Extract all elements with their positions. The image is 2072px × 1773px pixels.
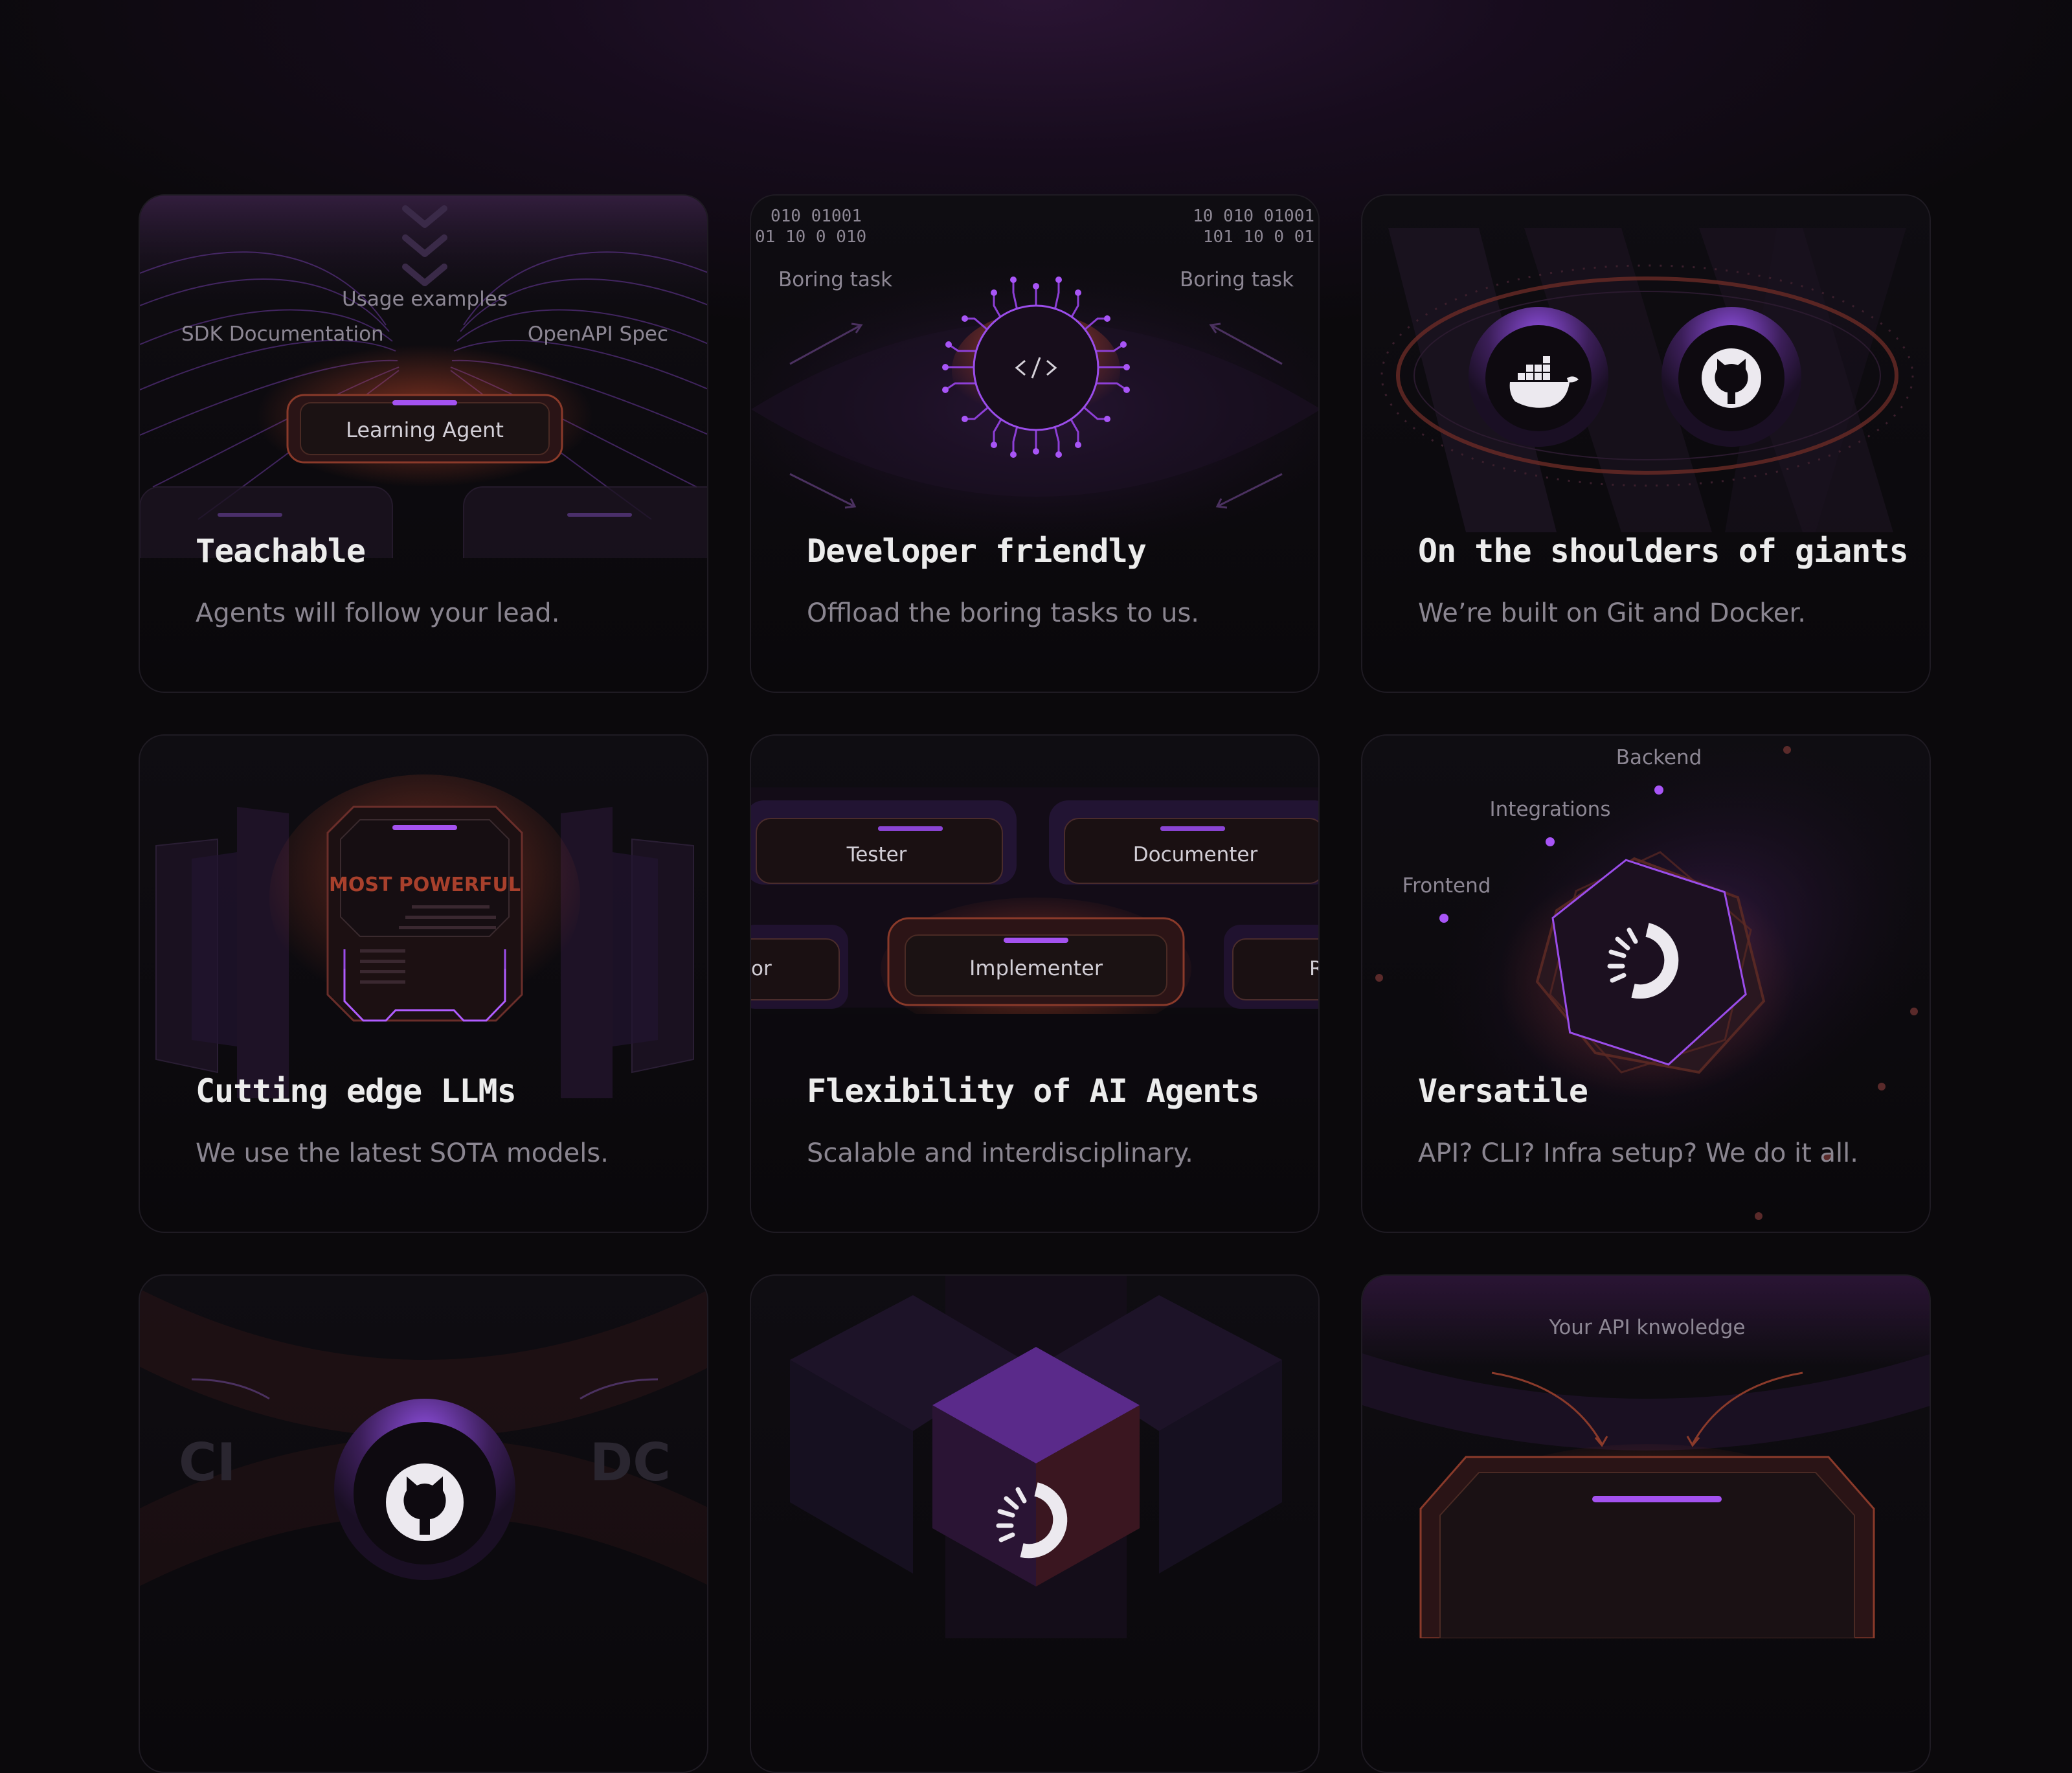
card-description: Offload the boring tasks to us. [807,598,1200,628]
tester-label: Tester [846,843,907,866]
card-title: Teachable [196,532,366,570]
documenter-label: Documenter [1133,843,1258,866]
giants-illustration [1362,196,1930,558]
boring-task-right-label: Boring task [1180,268,1294,291]
github-icon [386,1463,464,1541]
card-description: We’re built on Git and Docker. [1418,598,1806,628]
card-description: Scalable and interdisciplinary. [807,1138,1193,1168]
card-description: We use the latest SOTA models. [196,1138,609,1168]
sdk-documentation-label: SDK Documentation [181,322,384,346]
card-description: API? CLI? Infra setup? We do it all. [1418,1138,1858,1168]
binary-text-left-2: 01 10 0 010 [755,227,866,247]
right-agent-cut-label: R [1309,957,1320,980]
feature-card-flexibility: Tester Documenter or Implementer R Flexi… [750,734,1320,1233]
feature-card-shoulders-of-giants: On the shoulders of giants We’re built o… [1361,194,1931,693]
feature-card-cubes [750,1274,1320,1773]
developer-illustration: 010 01001 01 10 0 010 10 010 01001 101 1… [751,196,1318,558]
frontend-label: Frontend [1402,874,1491,898]
feature-card-api-knowledge: Your API knwoledge [1361,1274,1931,1773]
usage-examples-label: Usage examples [342,288,508,311]
feature-card-ci-dc: CI DC [139,1274,708,1773]
integrations-label: Integrations [1490,798,1611,821]
binary-text-right-2: 101 10 0 01 [1203,227,1314,247]
implementer-label: Implementer [969,956,1103,980]
ci-label: CI [179,1432,236,1493]
openapi-spec-label: OpenAPI Spec [528,322,668,346]
binary-text-right-1: 10 010 01001 [1193,207,1314,226]
api-knowledge-label: Your API knwoledge [1549,1316,1746,1339]
boring-task-left-label: Boring task [778,268,892,291]
backend-label: Backend [1616,746,1702,769]
agents-illustration: Tester Documenter or Implementer R [751,736,1320,1098]
github-icon [1702,348,1761,408]
most-powerful-badge: MOST POWERFUL [329,874,521,896]
card-title: Flexibility of AI Agents [807,1072,1259,1110]
card-description: Agents will follow your lead. [196,598,560,628]
chip-icon: MOST POWERFUL [326,806,523,1022]
feature-card-developer-friendly: 010 01001 01 10 0 010 10 010 01001 101 1… [750,194,1320,693]
feature-card-cutting-edge-llms: MOST POWERFUL Cutting edge LLMs We use t… [139,734,708,1233]
ci-dc-illustration: CI DC [140,1276,707,1638]
teachable-illustration: Usage examples SDK Documentation OpenAPI… [140,196,707,558]
learning-agent-label: Learning Agent [346,418,504,442]
feature-card-teachable: Usage examples SDK Documentation OpenAPI… [139,194,708,693]
cubes-illustration [751,1276,1318,1638]
card-title: Developer friendly [807,532,1147,570]
llm-illustration: MOST POWERFUL [140,736,707,1098]
binary-text-left-1: 010 01001 [771,207,862,226]
card-title: Cutting edge LLMs [196,1072,517,1110]
left-agent-cut-label: or [751,957,772,980]
card-title: Versatile [1418,1072,1588,1110]
card-title: On the shoulders of giants [1418,532,1909,570]
dc-label: DC [590,1432,671,1493]
api-knowledge-illustration: Your API knwoledge [1362,1276,1930,1638]
feature-card-versatile: Backend Integrations Frontend Versatile … [1361,734,1931,1233]
